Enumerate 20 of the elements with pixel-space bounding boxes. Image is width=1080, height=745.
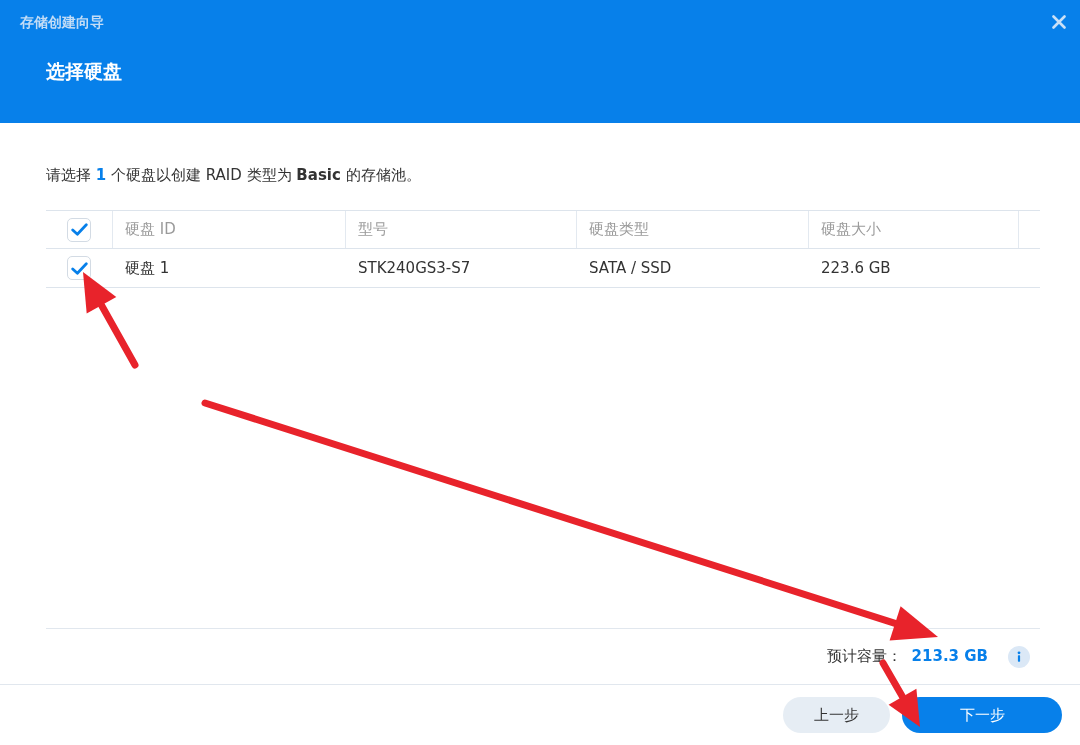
- column-header: 硬盘 ID: [125, 219, 176, 241]
- window-title: 存储创建向导: [20, 13, 104, 32]
- step-title: 选择硬盘: [46, 60, 122, 82]
- table-cell-text: STK240GS3-S7: [358, 257, 471, 279]
- table-cell-text: 223.6 GB: [821, 257, 891, 279]
- checkmark-icon: [70, 261, 88, 275]
- table-cell-text: 硬盘 1: [125, 257, 170, 279]
- next-button[interactable]: 下一步: [902, 697, 1062, 733]
- checkbox[interactable]: [67, 217, 91, 242]
- column-header: 硬盘类型: [589, 219, 649, 241]
- back-button[interactable]: 上一步: [783, 697, 890, 733]
- instruction-text: 请选择 1 个硬盘以创建 RAID 类型为 Basic 的存储池。: [46, 165, 421, 186]
- checkbox[interactable]: [67, 256, 91, 280]
- column-header: 硬盘大小: [821, 219, 881, 241]
- column-header: 型号: [358, 219, 388, 241]
- table-cell-text: SATA / SSD: [589, 257, 672, 279]
- info-icon[interactable]: [1008, 645, 1030, 668]
- capacity-value: 213.3 GB: [911, 646, 988, 668]
- checkmark-icon: [70, 223, 88, 236]
- close-icon[interactable]: [1052, 15, 1066, 29]
